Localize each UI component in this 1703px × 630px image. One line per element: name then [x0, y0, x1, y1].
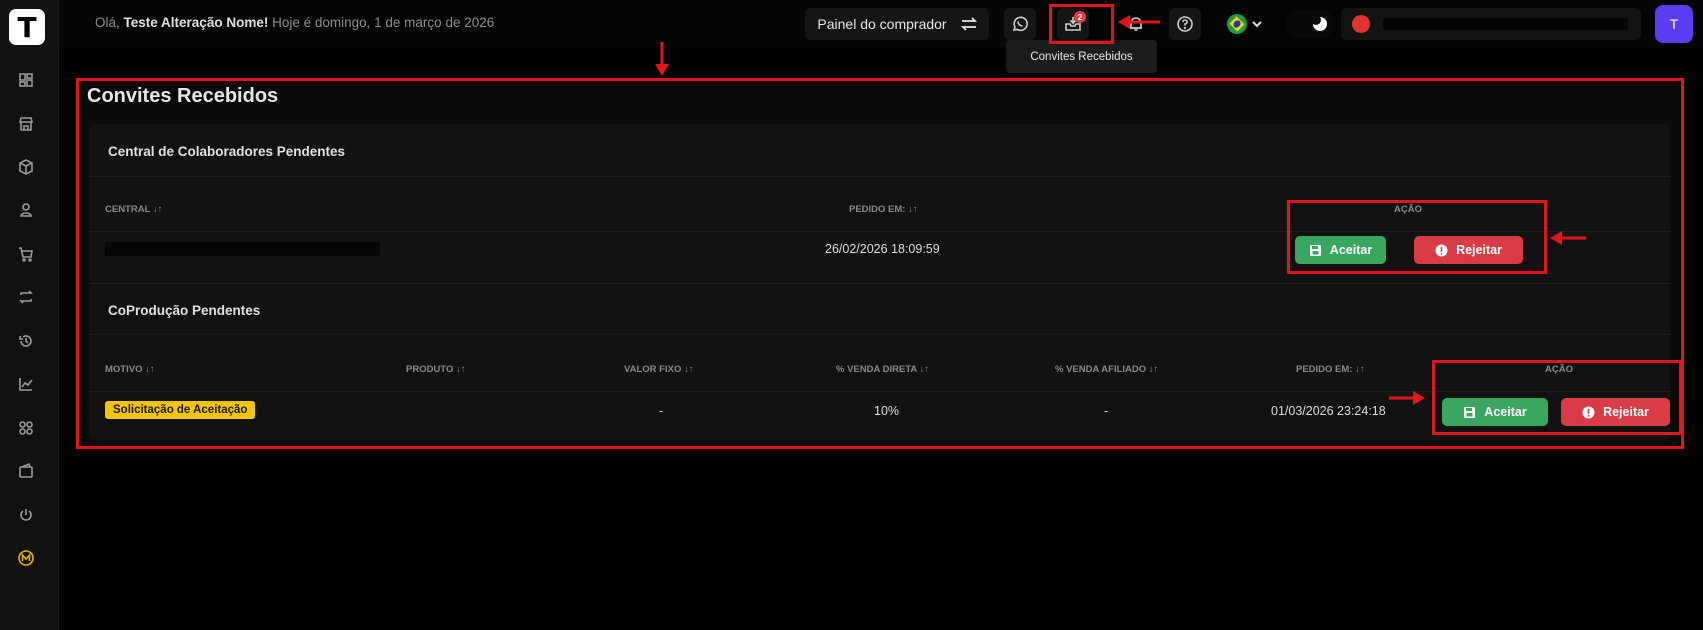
date-text: Hoje é domingo, 1 de março de 2026: [272, 15, 495, 30]
buyer-panel-label: Painel do comprador: [817, 16, 947, 32]
repeat-icon[interactable]: [17, 288, 35, 306]
dashboard-icon[interactable]: [17, 71, 35, 89]
account-logo: [1352, 15, 1370, 33]
chevron-down-icon[interactable]: [1251, 17, 1263, 29]
whatsapp-button[interactable]: [1004, 8, 1036, 40]
annotation-box-invites: [1049, 4, 1114, 44]
annotation-arrow-left-central: [1550, 231, 1586, 245]
users-icon[interactable]: [17, 201, 35, 219]
store-icon[interactable]: [17, 115, 35, 133]
annotation-arrow-left-invites: [1118, 15, 1160, 29]
annotation-box-coproduction-actions: [1432, 360, 1682, 435]
brand-m-icon[interactable]: [17, 549, 35, 567]
brazil-flag-icon[interactable]: [1227, 14, 1247, 34]
chart-icon[interactable]: [17, 375, 35, 393]
whatsapp-icon: [1012, 16, 1028, 32]
theme-toggle[interactable]: [1286, 9, 1334, 39]
topbar: Olá, Teste Alteração Nome! Hoje é doming…: [59, 0, 1703, 48]
help-icon: [1177, 16, 1193, 32]
app-logo[interactable]: T: [9, 9, 45, 45]
help-button[interactable]: [1169, 8, 1201, 40]
avatar[interactable]: T: [1655, 5, 1693, 43]
cart-icon[interactable]: [17, 245, 35, 263]
annotation-box-central-actions: [1287, 200, 1547, 274]
annotation-arrow-right-coproduction: [1389, 391, 1425, 405]
power-icon[interactable]: [17, 506, 35, 524]
box-icon[interactable]: [17, 158, 35, 176]
moon-icon: [1311, 15, 1327, 31]
annotation-arrow-down: [655, 42, 669, 76]
greeting-prefix: Olá,: [95, 15, 120, 30]
history-icon[interactable]: [17, 332, 35, 350]
user-name: Teste Alteração Nome!: [123, 15, 269, 30]
account-selector[interactable]: [1341, 8, 1641, 40]
buyer-panel-button[interactable]: Painel do comprador: [805, 8, 989, 40]
greeting: Olá, Teste Alteração Nome! Hoje é doming…: [95, 15, 494, 30]
switch-arrows-icon: [960, 17, 977, 31]
tooltip: Convites Recebidos: [1006, 40, 1157, 73]
redacted-account-name: [1383, 18, 1628, 30]
apps-icon[interactable]: [17, 419, 35, 437]
wallet-icon[interactable]: [17, 462, 35, 480]
sidebar: T: [0, 0, 59, 630]
